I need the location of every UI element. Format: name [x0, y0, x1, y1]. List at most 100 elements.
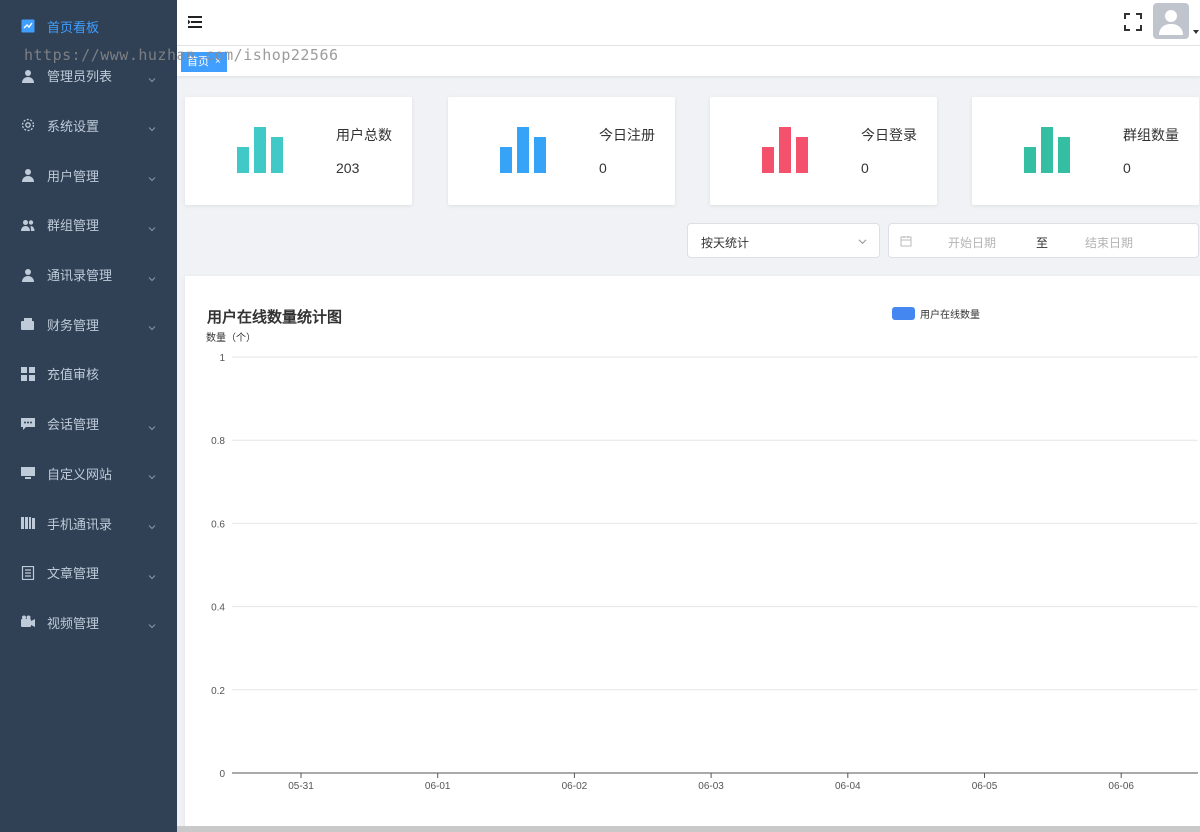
stat-label: 今日登录 — [861, 127, 917, 143]
x-tick-label: 06-01 — [425, 781, 451, 792]
fullscreen-icon[interactable] — [1124, 13, 1142, 31]
y-tick-label: 0 — [219, 769, 225, 780]
chevron-down-icon — [148, 121, 156, 132]
sidebar-item-label: 通讯录管理 — [47, 268, 113, 283]
bar-chart-icon — [762, 127, 808, 173]
stat-value: 0 — [861, 160, 869, 176]
stat-value: 0 — [1123, 160, 1131, 176]
sidebar-item-3[interactable]: 用户管理 — [0, 150, 177, 200]
dashboard-icon — [21, 19, 35, 33]
gear-icon — [21, 118, 35, 132]
x-tick-label: 06-05 — [972, 781, 998, 792]
y-tick-label: 0.2 — [211, 686, 225, 697]
stat-label: 用户总数 — [336, 127, 392, 143]
sidebar-item-label: 会话管理 — [47, 417, 100, 433]
stat-card-3[interactable]: 群组数量 0 — [972, 97, 1199, 205]
sidebar-item-label: 用户管理 — [47, 168, 100, 184]
online-users-chart: 数量（个） 1 0.8 0.6 0.4 0.2 0 05-31 06-01 06-02 06-03 0… — [206, 331, 1198, 792]
chart-title: 用户在线数量统计图 — [207, 309, 343, 326]
sidebar-item-2[interactable]: 系统设置 — [0, 100, 177, 150]
sidebar-item-label: 视频管理 — [47, 615, 100, 631]
sidebar-item-label: 文章管理 — [47, 566, 100, 582]
calendar-icon — [900, 236, 912, 247]
sidebar-item-5[interactable]: 通讯录管理 — [0, 250, 177, 300]
stat-card-2[interactable]: 今日登录 0 — [710, 97, 937, 205]
caret-down-icon[interactable] — [1193, 30, 1199, 34]
sidebar-item-label: 充值审核 — [47, 367, 100, 383]
stat-value: 0 — [599, 160, 607, 176]
avatar[interactable] — [1153, 3, 1189, 39]
user-icon — [21, 268, 35, 282]
user-avatar-icon — [1159, 10, 1183, 35]
sidebar-item-label: 自定义网站 — [47, 466, 113, 482]
chart-legend[interactable]: 用户在线数量 — [892, 306, 980, 321]
chat-icon — [21, 417, 35, 431]
document-icon — [21, 565, 35, 580]
chevron-down-icon — [148, 569, 156, 579]
end-date-input[interactable]: 结束日期 — [1085, 234, 1133, 251]
chevron-down-icon — [148, 171, 156, 182]
sidebar-item-label: 首页看板 — [47, 19, 100, 35]
stat-label: 群组数量 — [1123, 127, 1179, 143]
legend-swatch — [892, 307, 915, 320]
y-tick-label: 0.4 — [211, 603, 225, 614]
x-tick-label: 06-04 — [835, 781, 861, 792]
stat-card-1[interactable]: 今日注册 0 — [448, 97, 675, 205]
bar-chart-icon — [1024, 127, 1070, 173]
monitor-icon — [21, 466, 35, 480]
y-tick-label: 0.6 — [211, 519, 225, 530]
chevron-down-icon — [148, 469, 156, 480]
sidebar-item-label: 财务管理 — [47, 317, 100, 333]
sidebar-item-6[interactable]: 财务管理 — [0, 299, 177, 349]
stat-card-0[interactable]: 用户总数 203 — [185, 97, 412, 205]
y-tick-label: 1 — [219, 353, 225, 364]
chart-panel: 数量（个） 1 0.8 0.6 0.4 0.2 0 05-31 06-01 06-02 06-03 0… — [185, 276, 1200, 832]
sidebar-item-9[interactable]: 自定义网站 — [0, 448, 177, 498]
x-tick-label: 06-02 — [562, 781, 588, 792]
sidebar-item-4[interactable]: 群组管理 — [0, 200, 177, 250]
x-tick-label: 06-03 — [698, 781, 724, 792]
sidebar-item-label: 系统设置 — [47, 118, 100, 134]
sidebar-item-label: 群组管理 — [47, 218, 100, 234]
group-icon — [21, 218, 35, 232]
chevron-down-icon — [148, 519, 156, 530]
legend-label: 用户在线数量 — [920, 310, 980, 321]
wallet-icon — [21, 317, 35, 331]
book-icon — [21, 516, 35, 530]
user-icon — [21, 69, 35, 83]
hamburger-icon[interactable] — [188, 15, 204, 29]
x-tick-label: 05-31 — [288, 781, 314, 792]
sidebar-item-11[interactable]: 文章管理 — [0, 548, 177, 598]
date-range-picker[interactable]: 开始日期 至 结束日期 — [888, 223, 1199, 258]
horizontal-scrollbar[interactable] — [177, 826, 1200, 832]
sidebar-item-label: 手机通讯录 — [47, 516, 113, 532]
stat-mode-select[interactable]: 按天统计 — [687, 223, 880, 258]
sidebar-item-8[interactable]: 会话管理 — [0, 399, 177, 449]
start-date-input[interactable]: 开始日期 — [948, 234, 996, 251]
sidebar-item-10[interactable]: 手机通讯录 — [0, 498, 177, 548]
bar-chart-icon — [500, 127, 546, 173]
chevron-down-icon — [148, 618, 156, 629]
sidebar-item-7[interactable]: 充值审核 — [0, 349, 177, 399]
chevron-down-icon — [148, 320, 156, 331]
y-axis-label: 数量（个） — [206, 331, 256, 344]
chevron-down-icon — [858, 239, 867, 245]
select-value: 按天统计 — [701, 236, 750, 250]
x-tick-label: 06-06 — [1108, 781, 1134, 792]
video-icon — [21, 615, 35, 629]
sidebar-item-0[interactable]: 首页看板 — [0, 1, 177, 51]
range-separator: 至 — [1036, 236, 1049, 250]
bar-chart-icon — [237, 127, 283, 173]
top-navbar — [177, 0, 1200, 46]
chevron-down-icon — [148, 221, 156, 232]
chevron-down-icon — [148, 72, 156, 82]
chevron-down-icon — [148, 420, 156, 430]
stat-label: 今日注册 — [599, 127, 655, 143]
user-icon — [21, 168, 35, 183]
sidebar-item-label: 管理员列表 — [47, 69, 113, 85]
watermark-text: https://www.huzhan.com/ishop22566 — [24, 46, 339, 64]
chevron-down-icon — [148, 271, 156, 281]
sidebar: 首页看板管理员列表系统设置用户管理群组管理通讯录管理财务管理充值审核会话管理自定… — [0, 0, 177, 832]
sidebar-item-12[interactable]: 视频管理 — [0, 597, 177, 647]
stat-value: 203 — [336, 160, 360, 176]
